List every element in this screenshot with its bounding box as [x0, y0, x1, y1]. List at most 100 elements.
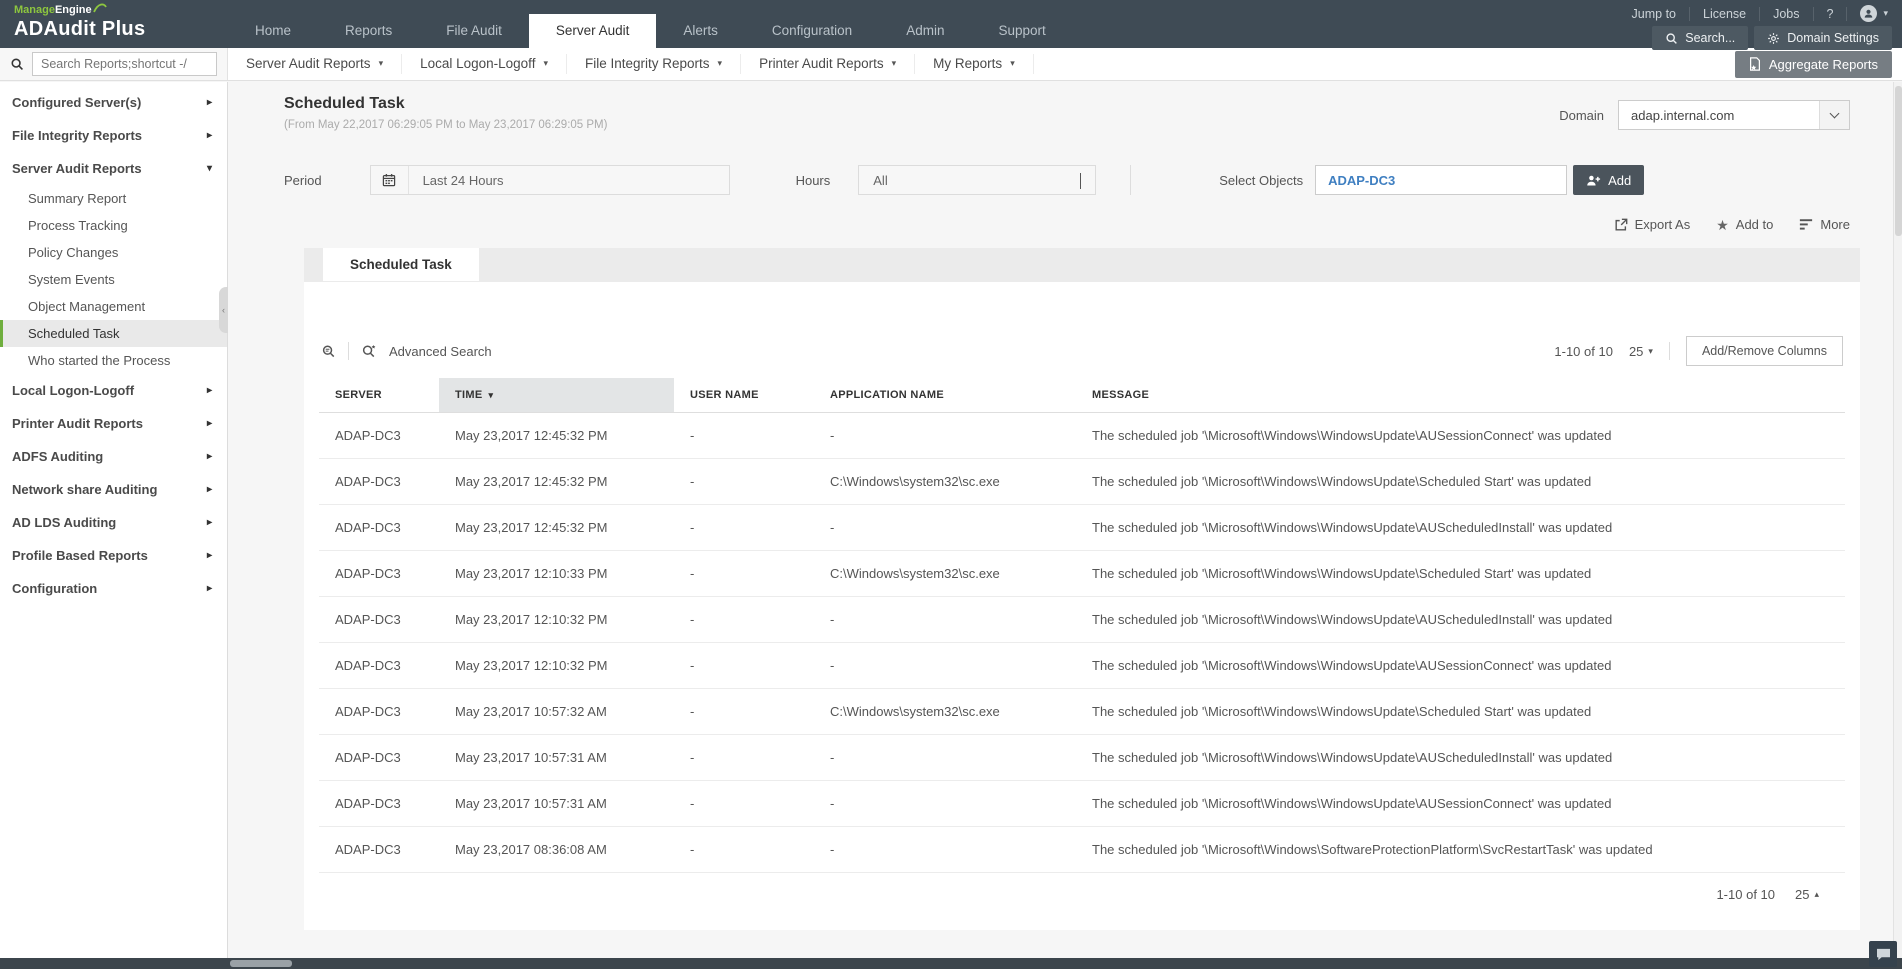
main-content: Scheduled Task (From May 22,2017 06:29:0…: [229, 82, 1902, 958]
menu-label: My Reports: [933, 56, 1003, 72]
advanced-search-icon[interactable]: [361, 344, 377, 359]
column-header-application-name[interactable]: APPLICATION NAME: [814, 378, 1076, 413]
menu-file-integrity-reports[interactable]: File Integrity Reports ▾: [567, 54, 742, 74]
cell-user: -: [674, 412, 814, 459]
column-header-server[interactable]: SERVER: [319, 378, 439, 413]
tab-scheduled-task[interactable]: Scheduled Task: [323, 248, 479, 281]
table-row: ADAP-DC3 May 23,2017 10:57:32 AM - C:\Windo…: [319, 688, 1845, 735]
add-user-icon: [1587, 175, 1601, 185]
utility-jump-to[interactable]: Jump to: [1619, 6, 1691, 21]
sidebar-collapse-handle[interactable]: ‹: [219, 287, 228, 333]
add-object-button[interactable]: Add: [1573, 165, 1645, 195]
header-right: Jump to License Jobs? ▾ Search... Domain S…: [1619, 0, 1902, 50]
sidebar-item-printer-audit-reports[interactable]: Printer Audit Reports ▸: [0, 407, 227, 440]
calendar-icon: [371, 166, 409, 194]
column-label: MESSAGE: [1092, 389, 1150, 401]
aggregate-reports-button[interactable]: Aggregate Reports: [1734, 50, 1892, 78]
vertical-scrollbar[interactable]: [1893, 82, 1902, 958]
nav-tab-home[interactable]: Home: [228, 14, 318, 48]
manageengine-logo: Manage Engine: [14, 3, 228, 17]
nav-tab-alerts[interactable]: Alerts: [656, 14, 745, 48]
sidebar-item-scheduled-task[interactable]: Scheduled Task: [0, 320, 227, 347]
add-remove-columns-button[interactable]: Add/Remove Columns: [1685, 336, 1843, 366]
cell-time: May 23,2017 12:45:32 PM: [439, 458, 674, 505]
report-menu-bar: Server Audit Reports ▾ Local Logon-Logoff ▾…: [0, 48, 1902, 81]
menu-server-audit-reports[interactable]: Server Audit Reports ▾: [228, 54, 403, 74]
column-header-time[interactable]: TIME ▾: [439, 378, 674, 413]
chevron-down-icon: ▾: [717, 58, 723, 69]
page-size-select[interactable]: 25 ▾: [1629, 344, 1653, 359]
page-size-select[interactable]: 25 ▴: [1795, 887, 1819, 902]
chevron-right-icon: ▸: [206, 130, 212, 141]
table-row: ADAP-DC3 May 23,2017 12:10:32 PM - - The sch…: [319, 642, 1845, 689]
user-menu[interactable]: ▾: [1847, 5, 1892, 22]
export-as-button[interactable]: Export As: [1614, 217, 1691, 232]
hours-select[interactable]: All: [858, 165, 1097, 195]
sidebar-item-process-tracking[interactable]: Process Tracking: [0, 212, 227, 239]
menu-local-logon-logoff[interactable]: Local Logon-Logoff ▾: [402, 54, 567, 74]
domain-select[interactable]: adap.internal.com: [1618, 100, 1850, 130]
add-to-button[interactable]: ★ Add to: [1716, 217, 1773, 232]
sidebar-item-profile-based-reports[interactable]: Profile Based Reports ▸: [0, 539, 227, 572]
more-button[interactable]: More: [1799, 217, 1850, 232]
menu-my-reports[interactable]: My Reports ▾: [915, 54, 1034, 74]
sidebar-item-file-integrity-reports[interactable]: File Integrity Reports ▸: [0, 119, 227, 152]
sidebar-item-who-started-the-process[interactable]: Who started the Process: [0, 347, 227, 374]
sidebar-item-configuration[interactable]: Configuration ▸: [0, 572, 227, 605]
sidebar-item-local-logon-logoff[interactable]: Local Logon-Logoff ▸: [0, 374, 227, 407]
sidebar-item-object-management[interactable]: Object Management: [0, 293, 227, 320]
scrollbar-thumb[interactable]: [1895, 86, 1902, 236]
search-button[interactable]: Search...: [1652, 26, 1749, 50]
cell-app: -: [814, 734, 1076, 781]
sidebar-item-summary-report[interactable]: Summary Report: [0, 185, 227, 212]
cell-message: The scheduled job '\Microsoft\Windows\Wi…: [1076, 734, 1845, 781]
sidebar-item-system-events[interactable]: System Events: [0, 266, 227, 293]
cell-server: ADAP-DC3: [319, 642, 439, 689]
selected-object: ADAP-DC3: [1328, 172, 1396, 188]
support-chat-button[interactable]: [1869, 941, 1897, 967]
nav-tab-admin[interactable]: Admin: [879, 14, 971, 48]
page-size-value: 25: [1795, 887, 1810, 902]
sidebar-item-network-share-auditing[interactable]: Network share Auditing ▸: [0, 473, 227, 506]
divider: [1130, 165, 1132, 195]
sidebar-item-label: File Integrity Reports: [12, 128, 143, 143]
period-picker[interactable]: Last 24 Hours: [369, 165, 730, 195]
report-search-input[interactable]: [32, 52, 217, 76]
sidebar-item-label: Configured Server(s): [12, 95, 142, 110]
cell-app: -: [814, 642, 1076, 689]
sidebar-item-server-audit-reports[interactable]: Server Audit Reports ▾: [0, 152, 227, 185]
nav-tab-configuration[interactable]: Configuration: [745, 14, 879, 48]
nav-tab-file-audit[interactable]: File Audit: [419, 14, 529, 48]
export-as-label: Export As: [1634, 217, 1691, 232]
menu-printer-audit-reports[interactable]: Printer Audit Reports ▾: [741, 54, 916, 74]
quick-search-icon[interactable]: [321, 344, 336, 359]
column-header-user-name[interactable]: USER NAME: [674, 378, 814, 413]
domain-settings-button[interactable]: Domain Settings: [1754, 26, 1892, 50]
product-name: ADAudit Plus: [14, 18, 146, 40]
sidebar-item-configured-server-s[interactable]: Configured Server(s) ▸: [0, 86, 227, 119]
utility-license[interactable]: License: [1690, 6, 1761, 21]
utility-[interactable]: ?: [1814, 6, 1848, 21]
horizontal-scrollbar[interactable]: [0, 958, 1902, 969]
divider: [1668, 342, 1670, 360]
cell-app: -: [814, 780, 1076, 827]
sidebar-item-policy-changes[interactable]: Policy Changes: [0, 239, 227, 266]
search-button-label: Search...: [1685, 31, 1736, 45]
nav-tab-reports[interactable]: Reports: [318, 14, 419, 48]
cell-server: ADAP-DC3: [319, 688, 439, 735]
domain-settings-label: Domain Settings: [1787, 31, 1879, 45]
cell-server: ADAP-DC3: [319, 596, 439, 643]
nav-tab-server-audit[interactable]: Server Audit: [528, 14, 657, 48]
add-to-label: Add to: [1735, 217, 1774, 232]
select-objects-input[interactable]: ADAP-DC3: [1315, 165, 1568, 195]
nav-tab-support[interactable]: Support: [971, 14, 1072, 48]
cell-message: The scheduled job '\Microsoft\Windows\Wi…: [1076, 596, 1845, 643]
utility-jobs[interactable]: Jobs: [1760, 6, 1814, 21]
column-header-message[interactable]: MESSAGE: [1076, 378, 1845, 413]
scrollbar-thumb[interactable]: [230, 960, 292, 967]
sidebar-item-label: Server Audit Reports: [12, 161, 142, 176]
chevron-down-icon: ▾: [1010, 58, 1015, 69]
sidebar-item-ad-lds-auditing[interactable]: AD LDS Auditing ▸: [0, 506, 227, 539]
sidebar-item-adfs-auditing[interactable]: ADFS Auditing ▸: [0, 440, 227, 473]
advanced-search-label[interactable]: Advanced Search: [389, 344, 492, 359]
